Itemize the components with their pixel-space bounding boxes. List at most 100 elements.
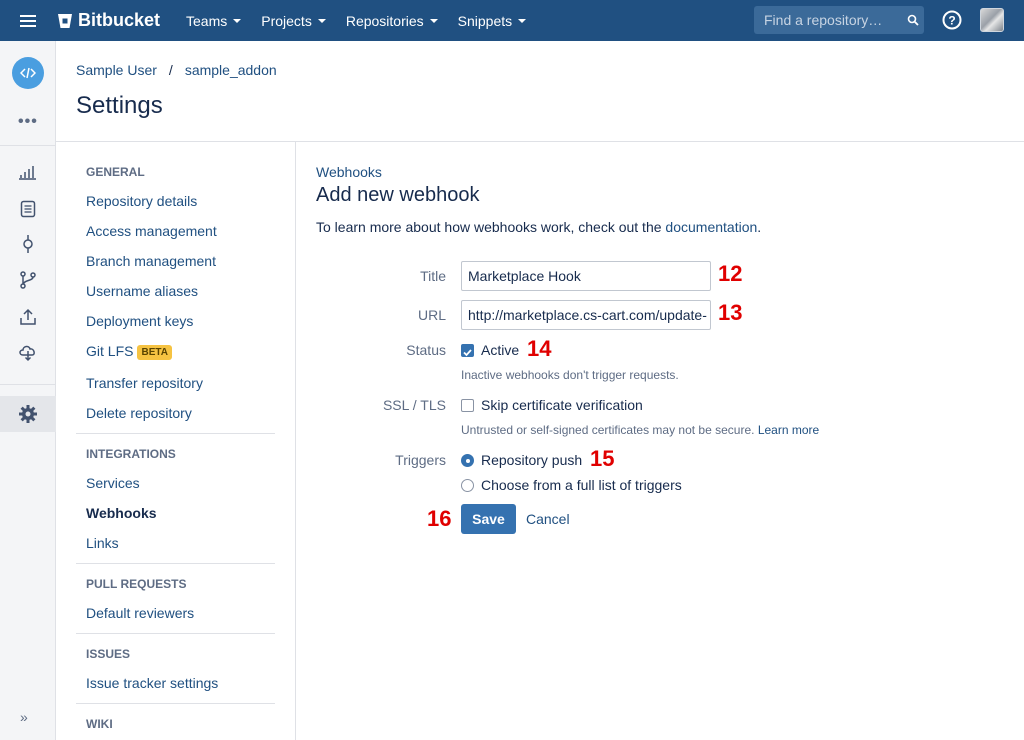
nav-snippets-label: Snippets xyxy=(457,12,513,29)
learn-more-link[interactable]: Learn more xyxy=(758,423,819,437)
nav-link-repository-details[interactable]: Repository details xyxy=(86,193,197,209)
breadcrumb-owner-link[interactable]: Sample User xyxy=(76,62,157,78)
settings-navigation: GENERAL Repository details Access manage… xyxy=(56,142,296,740)
repository-icon-rail: ••• » xyxy=(0,41,56,740)
commits-icon[interactable] xyxy=(18,234,38,254)
top-navigation-bar: Bitbucket Teams Projects Repositories Sn… xyxy=(0,0,1024,41)
search-placeholder: Find a repository… xyxy=(764,12,883,28)
annotation-14: 14 xyxy=(527,336,552,361)
bitbucket-logo[interactable]: Bitbucket xyxy=(56,10,160,31)
nav-link-default-reviewers[interactable]: Default reviewers xyxy=(86,605,194,621)
webhooks-breadcrumb-link[interactable]: Webhooks xyxy=(316,164,382,180)
gear-icon[interactable] xyxy=(18,404,38,424)
nav-snippets[interactable]: Snippets xyxy=(457,12,527,29)
help-icon[interactable]: ? xyxy=(942,10,962,30)
checkmark-icon xyxy=(463,349,472,357)
full-trigger-list-radio[interactable] xyxy=(461,479,474,492)
repository-push-label[interactable]: Repository push xyxy=(481,452,582,468)
overview-chart-icon[interactable] xyxy=(18,162,38,182)
triggers-field-label: Triggers xyxy=(395,452,446,468)
breadcrumb: Sample User / sample_addon xyxy=(76,62,277,78)
full-trigger-list-label[interactable]: Choose from a full list of triggers xyxy=(481,477,682,493)
webhook-form: Webhooks Add new webhook To learn more a… xyxy=(296,142,1024,740)
title-input[interactable]: Marketplace Hook xyxy=(461,261,711,291)
bitbucket-logo-icon xyxy=(58,13,72,28)
url-field-label: URL xyxy=(417,307,446,323)
user-avatar[interactable] xyxy=(980,8,1004,32)
nav-heading-general: GENERAL xyxy=(86,165,145,179)
repository-push-radio[interactable] xyxy=(461,454,474,467)
rail-divider xyxy=(0,145,56,146)
save-button[interactable]: Save xyxy=(461,504,516,534)
form-heading: Add new webhook xyxy=(316,184,480,206)
nav-heading-issues: ISSUES xyxy=(86,647,131,661)
title-field-label: Title xyxy=(420,268,446,284)
downloads-upload-icon[interactable] xyxy=(18,307,38,327)
beta-badge: BETA xyxy=(137,345,172,360)
nav-link-branch-management[interactable]: Branch management xyxy=(86,253,216,269)
nav-link-username-aliases[interactable]: Username aliases xyxy=(86,283,198,299)
nav-link-services[interactable]: Services xyxy=(86,475,140,491)
nav-link-transfer-repository[interactable]: Transfer repository xyxy=(86,375,203,391)
active-label[interactable]: Active xyxy=(481,342,519,358)
nav-repositories-label: Repositories xyxy=(345,12,424,29)
chevron-down-icon xyxy=(518,18,527,23)
nav-link-delete-repository[interactable]: Delete repository xyxy=(86,405,192,421)
nav-link-git-lfs-label: Git LFS xyxy=(86,343,134,359)
nav-divider xyxy=(76,433,275,434)
nav-link-access-management[interactable]: Access management xyxy=(86,223,217,239)
intro-prefix: To learn more about how webhooks work, c… xyxy=(316,219,666,235)
cancel-link[interactable]: Cancel xyxy=(526,511,570,527)
breadcrumb-separator: / xyxy=(168,62,173,78)
branches-icon[interactable] xyxy=(18,270,38,290)
page-title: Settings xyxy=(76,92,163,119)
svg-text:?: ? xyxy=(948,14,955,28)
nav-repositories[interactable]: Repositories xyxy=(346,13,438,29)
nav-link-git-lfs[interactable]: Git LFS BETA xyxy=(86,343,172,360)
status-field-label: Status xyxy=(406,342,446,358)
source-file-icon[interactable] xyxy=(18,199,38,219)
ssl-hint: Untrusted or self-signed certificates ma… xyxy=(461,423,819,437)
annotation-12: 12 xyxy=(718,261,743,286)
nav-divider xyxy=(76,633,275,634)
brand-name: Bitbucket xyxy=(78,10,161,30)
pipelines-cloud-icon[interactable] xyxy=(18,342,38,362)
nav-heading-wiki: WIKI xyxy=(86,717,113,731)
nav-projects[interactable]: Projects xyxy=(261,13,326,29)
url-input[interactable]: http://marketplace.cs-cart.com/update- xyxy=(461,300,711,330)
annotation-16: 16 xyxy=(427,506,452,531)
chevron-down-icon xyxy=(317,18,326,23)
skip-certificate-label[interactable]: Skip certificate verification xyxy=(481,397,643,413)
more-icon[interactable]: ••• xyxy=(18,113,38,131)
annotation-15: 15 xyxy=(590,446,615,471)
skip-certificate-checkbox[interactable] xyxy=(461,399,474,412)
nav-teams[interactable]: Teams xyxy=(186,12,242,29)
nav-link-webhooks[interactable]: Webhooks xyxy=(86,505,157,521)
documentation-link[interactable]: documentation xyxy=(665,219,757,235)
search-icon[interactable] xyxy=(902,6,924,34)
nav-teams-label: Teams xyxy=(186,12,228,29)
active-checkbox[interactable] xyxy=(461,344,474,357)
nav-heading-pull-requests: PULL REQUESTS xyxy=(86,577,187,591)
chevron-down-icon xyxy=(429,18,438,23)
annotation-13: 13 xyxy=(718,300,743,325)
nav-link-deployment-keys[interactable]: Deployment keys xyxy=(86,313,193,329)
nav-projects-label: Projects xyxy=(261,12,312,29)
ssl-hint-text: Untrusted or self-signed certificates ma… xyxy=(461,423,755,437)
intro-text: To learn more about how webhooks work, c… xyxy=(316,219,761,235)
breadcrumb-repo-link[interactable]: sample_addon xyxy=(185,62,277,78)
nav-divider xyxy=(76,703,275,704)
nav-divider xyxy=(76,563,275,564)
intro-suffix: . xyxy=(757,219,762,235)
nav-heading-integrations: INTEGRATIONS xyxy=(86,447,176,461)
expand-sidebar-icon[interactable]: » xyxy=(20,709,28,725)
repository-avatar-icon[interactable] xyxy=(12,57,44,89)
ssl-field-label: SSL / TLS xyxy=(382,397,446,413)
active-hint: Inactive webhooks don't trigger requests… xyxy=(461,368,679,382)
chevron-down-icon xyxy=(233,18,242,23)
nav-link-links[interactable]: Links xyxy=(86,535,119,551)
repository-search-input[interactable]: Find a repository… xyxy=(754,6,924,34)
nav-link-issue-tracker-settings[interactable]: Issue tracker settings xyxy=(86,675,218,691)
menu-icon[interactable] xyxy=(0,0,56,41)
rail-divider xyxy=(0,384,56,385)
